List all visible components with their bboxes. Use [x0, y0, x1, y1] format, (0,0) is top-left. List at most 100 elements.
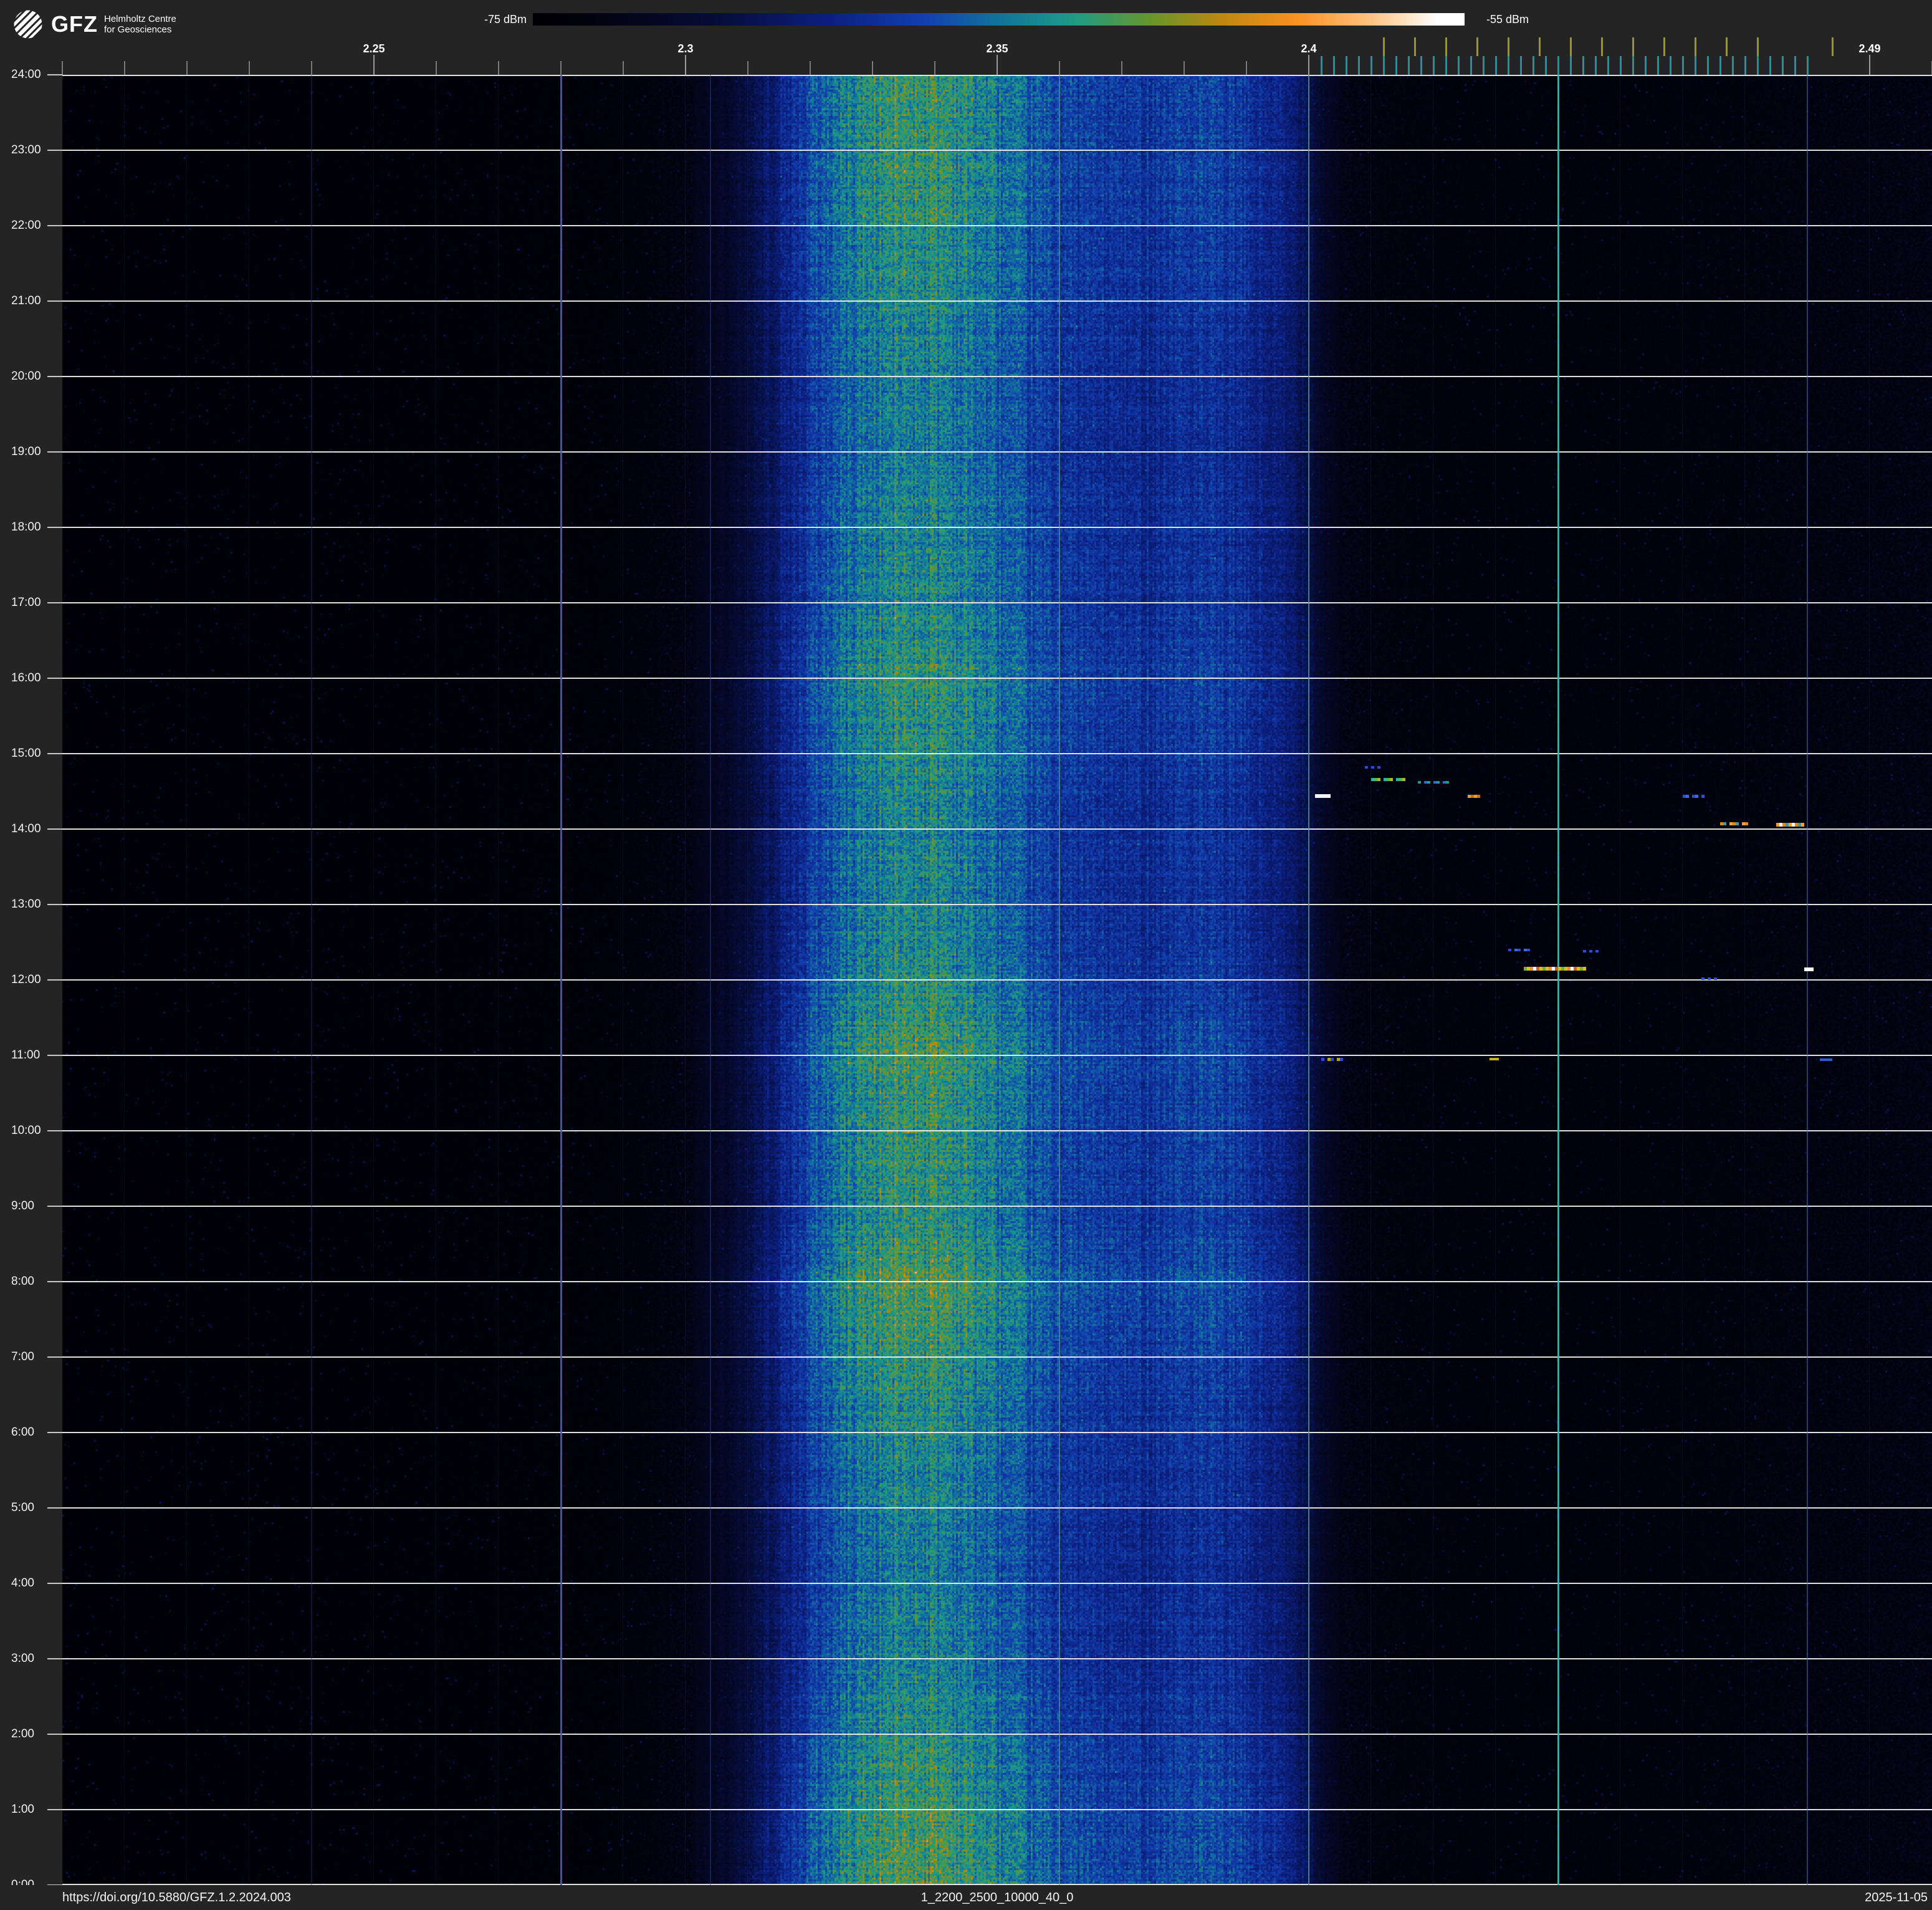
freq-minor-tick [436, 61, 437, 75]
logo-subtitle: Helmholtz Centre for Geosciences [104, 14, 176, 35]
ble-channel-tick [1545, 56, 1547, 75]
rf-event [1508, 948, 1533, 951]
wifi-channel-tick [1383, 37, 1385, 56]
ble-channel-tick [1794, 56, 1796, 75]
ble-channel-tick [1520, 56, 1522, 75]
freq-gridline [373, 75, 374, 1885]
rf-event [1490, 1058, 1499, 1061]
ble-channel-tick [1470, 56, 1472, 75]
rf-event [1776, 822, 1804, 827]
ble-channel-tick [1445, 56, 1447, 75]
rf-event [1418, 780, 1452, 784]
freq-gridline [934, 75, 935, 1885]
freq-tick-label: 2.3 [677, 42, 694, 55]
ble-channel-tick [1582, 56, 1584, 75]
ble-channel-tick [1695, 56, 1696, 75]
ble-channel-tick [1607, 56, 1609, 75]
carrier-line [1308, 75, 1309, 1885]
hour-gridline [62, 225, 1932, 226]
wifi-channel-tick [1726, 37, 1728, 56]
time-axis: 24:00 23:00 22:00 21:00 20:00 19:00 18:00 17:00… [0, 68, 62, 1891]
time-tick-dash [47, 1356, 62, 1358]
freq-tick-label: 2.49 [1858, 42, 1881, 55]
ble-channel-tick [1433, 56, 1435, 75]
footer-bar: https://doi.org/10.5880/GFZ.1.2.2024.003… [0, 1885, 1932, 1910]
rf-event [1524, 966, 1586, 971]
rf-event [1820, 1058, 1832, 1062]
freq-minor-tick [186, 61, 188, 75]
freq-gridline [186, 75, 187, 1885]
hour-gridline [62, 1055, 1932, 1056]
hour-gridline [62, 979, 1932, 981]
freq-major-tick [1869, 55, 1870, 75]
rf-event [1371, 777, 1408, 781]
freq-gridline [1682, 75, 1683, 1885]
carrier-line [1557, 75, 1559, 1885]
time-tick-dash [47, 828, 62, 830]
ble-channel-tick [1370, 56, 1372, 75]
rf-event [1468, 795, 1480, 799]
freq-major-tick [373, 55, 375, 75]
ble-channel-tick [1732, 56, 1734, 75]
freq-minor-tick [124, 61, 125, 75]
time-tick-dash [47, 1432, 62, 1433]
wifi-channel-tick [1539, 37, 1541, 56]
rf-event [1701, 977, 1717, 980]
ble-channel-tick [1620, 56, 1622, 75]
time-tick-dash [47, 904, 62, 905]
hour-gridline [62, 1206, 1932, 1207]
time-tick-dash [47, 1130, 62, 1131]
freq-major-tick [1308, 55, 1309, 75]
time-tick-dash [47, 1809, 62, 1810]
freq-tick-label: 2.25 [363, 42, 385, 55]
ble-channel-tick [1533, 56, 1534, 75]
rf-event [1683, 795, 1705, 799]
freq-gridline [1121, 75, 1122, 1885]
hour-gridline [62, 75, 1932, 76]
ble-channel-tick [1757, 56, 1759, 75]
ble-channel-tick [1682, 56, 1684, 75]
time-tick-dash [47, 300, 62, 302]
hour-gridline [62, 753, 1932, 754]
date-text: 2025-11-05 [1865, 1891, 1928, 1904]
hour-gridline [62, 527, 1932, 528]
wifi-channel-tick [1757, 37, 1759, 56]
time-tick-dash [47, 602, 62, 603]
freq-gridline [1370, 75, 1371, 1885]
hour-gridline [62, 150, 1932, 151]
ble-channel-tick [1321, 56, 1322, 75]
hour-gridline [62, 1432, 1932, 1433]
wifi-channel-tick [1414, 37, 1416, 56]
wifi-channel-tick [1601, 37, 1603, 56]
freq-minor-tick [498, 61, 499, 75]
ble-channel-tick [1570, 56, 1572, 75]
ble-channel-tick [1420, 56, 1422, 75]
freq-gridline [747, 75, 748, 1885]
time-tick-dash [47, 527, 62, 528]
ble-channel-tick [1408, 56, 1410, 75]
carrier-line [710, 75, 711, 1885]
rf-event [1583, 950, 1602, 953]
wifi-channel-tick [1832, 37, 1834, 56]
ble-channel-tick [1508, 56, 1509, 75]
ble-channel-tick [1645, 56, 1647, 75]
time-tick-dash [47, 1507, 62, 1509]
ble-channel-tick [1557, 56, 1559, 75]
ble-channel-tick [1744, 56, 1746, 75]
carrier-line [1059, 75, 1060, 1885]
rf-event [1720, 822, 1748, 826]
freq-minor-tick [249, 61, 250, 75]
dataset-id-text: 1_2200_2500_10000_40_0 [921, 1891, 1074, 1904]
time-tick-dash [47, 376, 62, 377]
ble-channel-tick [1632, 56, 1634, 75]
carrier-line [311, 75, 312, 1885]
freq-minor-tick [872, 61, 873, 75]
logo-subtitle-line1: Helmholtz Centre [103, 14, 176, 24]
freq-major-tick [997, 55, 998, 75]
wifi-channel-tick [1445, 37, 1447, 56]
ble-channel-tick [1782, 56, 1784, 75]
time-tick-dash [47, 1583, 62, 1584]
wifi-channel-tick [1476, 37, 1478, 56]
freq-gridline [498, 75, 499, 1885]
ble-channel-tick [1707, 56, 1709, 75]
